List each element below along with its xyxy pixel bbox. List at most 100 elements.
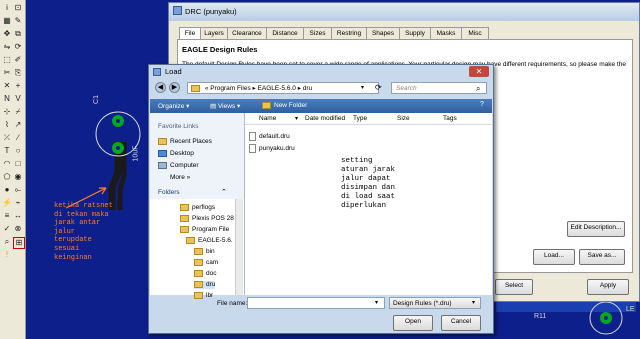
ratsnest-icon[interactable]: ⚡ (2, 198, 12, 208)
autorouter-icon[interactable]: ⌁ (13, 198, 23, 208)
drc-titlebar[interactable]: DRC (punyaku) (169, 3, 639, 21)
change-icon[interactable]: ✐ (13, 55, 23, 65)
refresh-icon[interactable]: ⟳ (375, 82, 385, 94)
file-type-select[interactable]: Design Rules (*.dru) ▾ (389, 297, 481, 309)
file-name-input[interactable]: ▾ (247, 297, 385, 309)
folder-icon (262, 102, 271, 109)
tree-item[interactable]: EAGLE-5.6. (186, 237, 233, 245)
chevron-down-icon[interactable]: ▾ (472, 298, 475, 309)
optimize-icon[interactable]: ⌇ (2, 120, 12, 130)
column-tags[interactable]: Tags (443, 115, 457, 122)
rotate-icon[interactable]: ⟳ (13, 42, 23, 52)
circle-icon[interactable]: ○ (13, 146, 23, 156)
info-icon[interactable]: i (2, 3, 12, 13)
new-folder-button[interactable]: New Folder (262, 102, 307, 109)
led-label: LE (626, 306, 635, 313)
show-icon[interactable]: ⊡ (13, 3, 23, 13)
smash-icon[interactable]: ⊹ (2, 107, 12, 117)
paste-icon[interactable]: ⎘ (13, 68, 23, 78)
mirror-icon[interactable]: ⇋ (2, 42, 12, 52)
errors-icon[interactable]: ⊞ (13, 237, 25, 249)
organize-button[interactable]: Organize ▾ (158, 102, 189, 110)
breadcrumb-item[interactable]: dru (303, 85, 312, 92)
erc-icon[interactable]: ✓ (2, 224, 12, 234)
search-icon[interactable]: ⌕ (476, 83, 480, 94)
move-icon[interactable]: ✥ (2, 29, 12, 39)
polygon-icon[interactable]: ⬠ (2, 172, 12, 182)
add-icon[interactable]: + (13, 81, 23, 91)
load-button[interactable]: Load... (533, 249, 575, 265)
cancel-button[interactable]: Cancel (441, 315, 481, 331)
load-titlebar[interactable]: Load ✕ (149, 65, 493, 79)
tree-item[interactable]: Program File (180, 226, 229, 234)
tree-item[interactable]: lbr (194, 292, 213, 300)
open-button[interactable]: Open (393, 315, 433, 331)
favorite-computer[interactable]: Computer (158, 162, 199, 170)
dimension-icon[interactable]: ↔ (13, 211, 23, 221)
tool-palette: i ⊡ ▦ ✎ ✥ ⧉ ⇋ ⟳ ⬚ ✐ ✂ ⎘ ✕ + N V ⊹ ⌿ ⌇ ↗ … (0, 0, 26, 339)
tree-item[interactable]: cam (194, 259, 218, 267)
hole-icon[interactable]: ● (2, 185, 12, 195)
search-box[interactable]: Search ⌕ (391, 82, 487, 94)
text-icon[interactable]: T (2, 146, 12, 156)
help-icon[interactable]: ? (480, 101, 484, 108)
back-icon[interactable]: ◀ (155, 82, 166, 93)
folder-icon (191, 84, 200, 92)
file-name-label: File name: (217, 300, 248, 307)
annotation-ratsnest: ketika ratsnet di tekan maka jarak antar… (54, 202, 113, 262)
apply-button[interactable]: Apply (587, 279, 629, 295)
split-icon[interactable]: ⌿ (13, 107, 23, 117)
forward-icon[interactable]: ▶ (169, 82, 180, 93)
tree-item[interactable]: bin (194, 248, 215, 256)
group-icon[interactable]: ⬚ (2, 55, 12, 65)
favorites-more[interactable]: More » (170, 174, 190, 182)
ripup-icon[interactable]: ⤫ (2, 133, 12, 143)
favorite-desktop[interactable]: Desktop (158, 150, 194, 158)
desktop-icon (158, 150, 167, 157)
rect-icon[interactable]: □ (13, 159, 23, 169)
wire-icon[interactable]: ∕ (13, 133, 23, 143)
chevron-down-icon[interactable]: ▾ (375, 298, 378, 309)
column-type[interactable]: Type (353, 115, 367, 122)
folder-icon (194, 281, 203, 288)
column-name[interactable]: Name (259, 115, 276, 122)
folders-heading[interactable]: Folders (158, 189, 180, 197)
tree-item[interactable]: perflogs (180, 204, 215, 212)
breadcrumb-item[interactable]: Program Files (210, 85, 250, 92)
search-placeholder: Search (396, 85, 417, 92)
tree-item-selected[interactable]: dru (194, 281, 216, 290)
save-as-button[interactable]: Save as... (579, 249, 625, 265)
arc-icon[interactable]: ◠ (2, 159, 12, 169)
mark-icon[interactable]: ✎ (13, 16, 23, 26)
route-icon[interactable]: ↗ (13, 120, 23, 130)
name-icon[interactable]: N (2, 94, 12, 104)
column-date-modified[interactable]: Date modified (305, 115, 345, 122)
value-icon[interactable]: V (13, 94, 23, 104)
file-row[interactable]: default.dru (249, 132, 290, 141)
close-icon[interactable]: ✕ (469, 66, 489, 77)
edit-description-button[interactable]: Edit Description... (567, 221, 625, 237)
cut-icon[interactable]: ✂ (2, 68, 12, 78)
column-size[interactable]: Size (397, 115, 410, 122)
folders-collapse-icon[interactable]: ⌃ (221, 188, 227, 196)
breadcrumb-item[interactable]: EAGLE-5.6.0 (258, 85, 296, 92)
folder-tree-scrollbar[interactable] (235, 199, 243, 295)
favorite-recent-places[interactable]: Recent Places (158, 138, 212, 146)
tree-item[interactable]: Plexis POS 28 (180, 215, 234, 223)
signal-icon[interactable]: ⟜ (13, 185, 23, 195)
attribute-icon[interactable]: ≡ (2, 211, 12, 221)
breadcrumb[interactable]: « Program Files ▸ EAGLE-5.6.0 ▸ dru (187, 82, 379, 94)
drc-icon[interactable]: ⊗ (13, 224, 23, 234)
display-icon[interactable]: ▦ (2, 16, 12, 26)
warning-icon[interactable]: ! (2, 250, 12, 260)
folder-icon (180, 204, 189, 211)
path-dropdown-icon[interactable]: ▾ (361, 82, 371, 94)
copy-icon[interactable]: ⧉ (13, 29, 23, 39)
select-button[interactable]: Select (495, 279, 533, 295)
tree-item[interactable]: doc (194, 270, 216, 278)
via-icon[interactable]: ◉ (13, 172, 23, 182)
views-button[interactable]: ▤ Views ▾ (210, 102, 240, 110)
file-row[interactable]: punyaku.dru (249, 144, 295, 153)
delete-icon[interactable]: ✕ (2, 81, 12, 91)
zoom-icon[interactable]: ⌕ (2, 237, 12, 247)
